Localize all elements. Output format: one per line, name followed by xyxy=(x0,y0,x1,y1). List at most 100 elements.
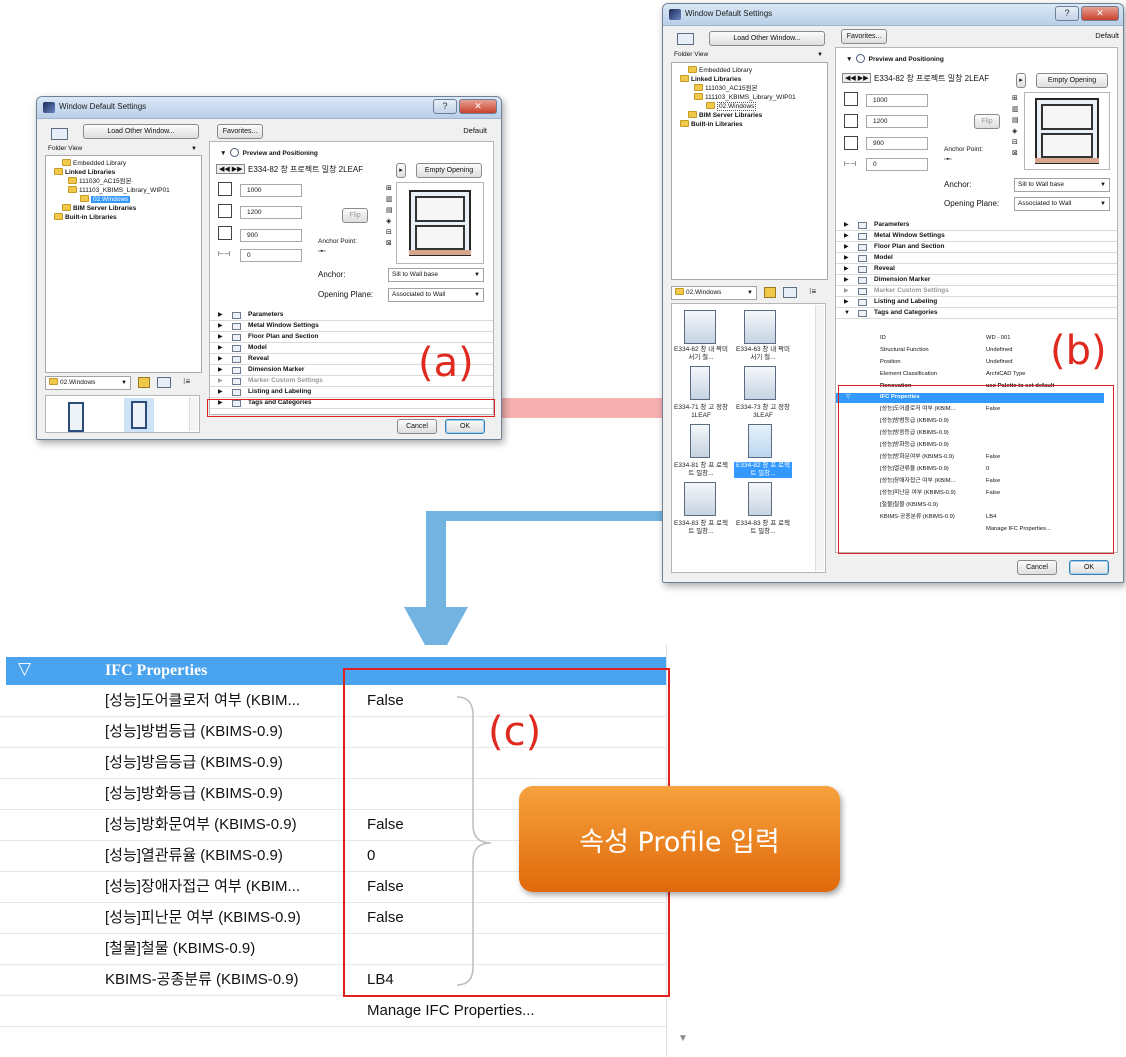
cancel-button[interactable]: Cancel xyxy=(1017,560,1057,575)
tag-row-value[interactable]: WD - 001 xyxy=(986,332,1010,344)
section-metal-window[interactable]: ▶ Metal Window Settings xyxy=(836,231,1117,242)
tree-item[interactable]: 111103_KBIMS_Library_WIP01 xyxy=(676,93,827,102)
sill-field[interactable]: 900 xyxy=(866,137,928,150)
offset-field[interactable]: 0 xyxy=(240,249,302,262)
close-button[interactable]: ✕ xyxy=(1081,6,1119,21)
view-toggle-icon[interactable] xyxy=(51,128,68,140)
view-icons[interactable]: ⊞ ▥ ▤ ◈ ⊟ ⊠ xyxy=(386,184,393,250)
tree-item[interactable]: BIM Server Libraries xyxy=(50,204,201,213)
section-label: Metal Window Settings xyxy=(248,322,319,329)
close-button[interactable]: ✕ xyxy=(459,99,497,114)
tree-item[interactable]: Embedded Library xyxy=(50,159,201,168)
anchor-point-picker[interactable]: ▫▪▫ xyxy=(944,156,951,163)
object-tile[interactable] xyxy=(744,366,776,400)
load-other-window-button[interactable]: Load Other Window... xyxy=(83,124,199,139)
manage-ifc-link[interactable]: Manage IFC Properties... xyxy=(367,996,535,1026)
empty-opening-button[interactable]: Empty Opening xyxy=(416,163,482,178)
help-button[interactable]: ? xyxy=(433,99,457,114)
arrow-button[interactable]: ▸ xyxy=(1016,73,1026,88)
tree-item[interactable]: Embedded Library xyxy=(676,66,827,75)
reveal-icon xyxy=(858,266,867,273)
section-reveal[interactable]: ▶ Reveal xyxy=(836,264,1117,275)
scrollbar[interactable] xyxy=(189,397,198,431)
library-tree-b[interactable]: Embedded Library Linked Libraries 111030… xyxy=(671,62,828,280)
object-tile[interactable] xyxy=(690,424,710,458)
tree-item[interactable]: 111103_KBIMS_Library_WIP01 xyxy=(50,186,201,195)
sill-field[interactable]: 900 xyxy=(240,229,302,242)
section-parameters[interactable]: ▶ Parameters xyxy=(210,310,493,321)
section-parameters[interactable]: ▶ Parameters xyxy=(836,220,1117,231)
folder-view-select[interactable]: Folder View ▼ xyxy=(671,49,826,63)
list-view-icon[interactable]: ⁝≡ xyxy=(809,287,816,296)
scroll-down-icon[interactable]: ▼ xyxy=(678,1033,688,1044)
manage-ifc-row[interactable]: Manage IFC Properties... xyxy=(0,996,666,1027)
opening-plane-select[interactable]: Associated to Wall ▼ xyxy=(388,288,484,302)
section-metal-window[interactable]: ▶ Metal Window Settings xyxy=(210,321,493,332)
tag-row-value[interactable]: Undefined xyxy=(986,344,1012,356)
section-tags[interactable]: ▼ Tags and Categories xyxy=(836,308,1117,319)
tree-item[interactable]: 02.Windows xyxy=(50,195,201,204)
section-marker-custom[interactable]: ▶ Marker Custom Settings xyxy=(836,286,1117,297)
view-toggle-icon[interactable] xyxy=(677,33,694,45)
favorites-button[interactable]: Favorites... xyxy=(841,29,887,44)
empty-opening-button[interactable]: Empty Opening xyxy=(1036,73,1108,88)
tree-item[interactable]: 02.Windows xyxy=(676,102,827,111)
section-floor-plan[interactable]: ▶ Floor Plan and Section xyxy=(836,242,1117,253)
tree-item[interactable]: 111030_AC15원본 xyxy=(50,177,201,186)
height-field[interactable]: 1200 xyxy=(240,206,302,219)
cancel-button[interactable]: Cancel xyxy=(397,419,437,434)
preview-section-header[interactable]: ▼ Preview and Positioning xyxy=(846,54,944,63)
flip-button[interactable]: Flip xyxy=(974,114,1000,129)
tree-item[interactable]: 111030_AC15원본 xyxy=(676,84,827,93)
ifc-collapse-icon[interactable]: ▽ xyxy=(18,659,31,679)
ok-button[interactable]: OK xyxy=(445,419,485,434)
anchor-point-picker[interactable]: ▫▪▫ xyxy=(318,248,325,255)
offset-field[interactable]: 0 xyxy=(866,158,928,171)
view-mode-icon[interactable] xyxy=(783,287,797,298)
width-field[interactable]: 1000 xyxy=(866,94,928,107)
section-listing[interactable]: ▶ Listing and Labeling xyxy=(210,387,493,398)
tree-item[interactable]: BIM Server Libraries xyxy=(676,111,827,120)
width-field[interactable]: 1000 xyxy=(240,184,302,197)
section-listing[interactable]: ▶ Listing and Labeling xyxy=(836,297,1117,308)
tree-item[interactable]: Built-in Libraries xyxy=(676,120,827,129)
window-thumbnail[interactable] xyxy=(68,402,84,432)
tree-item[interactable]: Built-in Libraries xyxy=(50,213,201,222)
height-icon xyxy=(844,114,858,128)
tag-row-value[interactable]: ArchiCAD Type xyxy=(986,368,1026,380)
ok-button[interactable]: OK xyxy=(1069,560,1109,575)
object-tile-selected[interactable] xyxy=(748,424,772,458)
anchor-select[interactable]: Sill to Wall base ▼ xyxy=(1014,178,1110,192)
object-tile[interactable] xyxy=(684,482,716,516)
window-thumbnail-selected[interactable] xyxy=(124,398,154,432)
help-button[interactable]: ? xyxy=(1055,6,1079,21)
library-tree-a[interactable]: Embedded Library Linked Libraries 111030… xyxy=(45,155,202,373)
object-tile[interactable] xyxy=(690,366,710,400)
object-tile[interactable] xyxy=(744,310,776,344)
section-model[interactable]: ▶ Model xyxy=(836,253,1117,264)
tree-item[interactable]: Linked Libraries xyxy=(50,168,201,177)
tag-row-value[interactable]: Undefined xyxy=(986,356,1012,368)
height-field[interactable]: 1200 xyxy=(866,115,928,128)
prev-next-buttons[interactable]: ◀◀ ▶▶ xyxy=(842,73,872,83)
prev-next-buttons[interactable]: ◀◀ ▶▶ xyxy=(216,164,246,174)
object-tile[interactable] xyxy=(684,310,716,344)
load-other-window-button[interactable]: Load Other Window... xyxy=(709,31,825,46)
favorites-button[interactable]: Favorites... xyxy=(217,124,263,139)
list-view-icon[interactable]: ⁝≡ xyxy=(183,377,190,386)
opening-plane-select[interactable]: Associated to Wall ▼ xyxy=(1014,197,1110,211)
scrollbar[interactable] xyxy=(815,305,824,571)
object-tile[interactable] xyxy=(748,482,772,516)
folder-combo-a[interactable]: 02.Windows ▼ xyxy=(45,376,131,390)
folder-up-icon[interactable] xyxy=(138,377,150,388)
flip-button[interactable]: Flip xyxy=(342,208,368,223)
folder-up-icon[interactable] xyxy=(764,287,776,298)
view-mode-icon[interactable] xyxy=(157,377,171,388)
anchor-select[interactable]: Sill to Wall base ▼ xyxy=(388,268,484,282)
section-dimension-marker[interactable]: ▶ Dimension Marker xyxy=(836,275,1117,286)
folder-combo-b[interactable]: 02.Windows ▼ xyxy=(671,286,757,300)
tree-item[interactable]: Linked Libraries xyxy=(676,75,827,84)
preview-section-header[interactable]: ▼ Preview and Positioning xyxy=(220,148,318,157)
arrow-button[interactable]: ▸ xyxy=(396,163,406,178)
view-icons[interactable]: ⊞ ▥ ▤ ◈ ⊟ ⊠ xyxy=(1012,94,1019,160)
